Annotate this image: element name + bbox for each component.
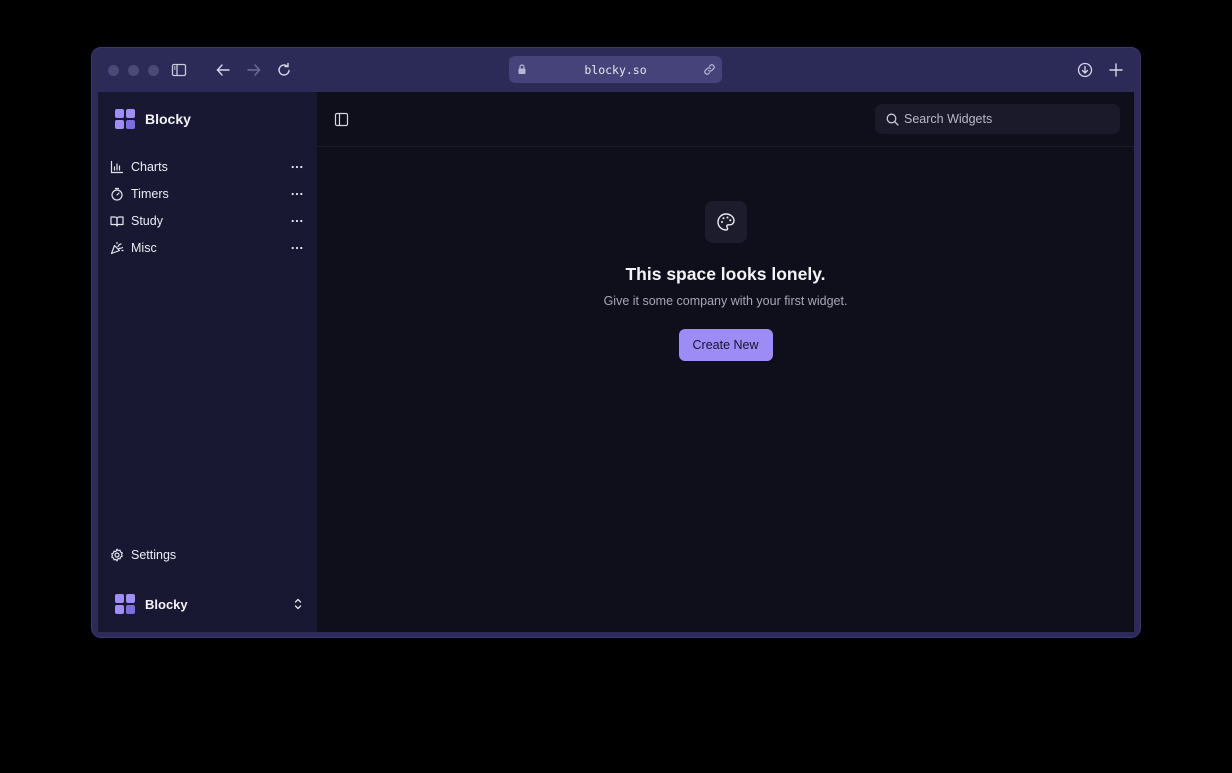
sidebar: Blocky Charts Timers Study Misc Settings…	[98, 92, 317, 632]
party-popper-icon	[110, 241, 124, 255]
sidebar-toggle-icon[interactable]	[169, 60, 189, 80]
brand-name: Blocky	[145, 111, 191, 127]
browser-toolbar: blocky.so	[92, 48, 1140, 92]
empty-state: This space looks lonely. Give it some co…	[317, 201, 1134, 361]
stopwatch-icon	[110, 187, 124, 201]
back-arrow-icon[interactable]	[213, 60, 233, 80]
more-options-icon[interactable]	[290, 160, 304, 174]
sidebar-item-label: Charts	[131, 159, 168, 174]
url-text: blocky.so	[584, 62, 647, 77]
main-panel: Search Widgets This space looks lonely. …	[317, 92, 1134, 632]
download-icon[interactable]	[1075, 60, 1095, 80]
search-placeholder: Search Widgets	[904, 112, 993, 126]
lock-icon	[518, 64, 526, 74]
sidebar-item-timers[interactable]: Timers	[110, 180, 306, 207]
more-options-icon[interactable]	[290, 187, 304, 201]
sidebar-item-label: Timers	[131, 186, 169, 201]
new-tab-icon[interactable]	[1106, 60, 1126, 80]
open-book-icon	[110, 214, 124, 228]
app-content: Blocky Charts Timers Study Misc Settings…	[98, 92, 1134, 632]
reload-icon[interactable]	[274, 60, 294, 80]
sidebar-item-misc[interactable]: Misc	[110, 234, 306, 261]
palette-icon	[704, 201, 747, 243]
main-header: Search Widgets	[317, 92, 1134, 147]
empty-state-subtitle: Give it some company with your first wid…	[603, 294, 848, 308]
blocky-logo-icon	[115, 109, 135, 129]
sidebar-nav: Charts Timers Study Misc	[110, 153, 306, 261]
brand[interactable]: Blocky	[115, 109, 191, 129]
workspace-switcher[interactable]: Blocky	[115, 594, 305, 614]
sidebar-item-label: Misc	[131, 240, 157, 255]
maximize-window-button[interactable]	[148, 65, 159, 76]
more-options-icon[interactable]	[290, 214, 304, 228]
link-icon[interactable]	[703, 63, 716, 76]
bar-chart-icon	[110, 160, 124, 174]
search-icon	[886, 113, 899, 126]
settings-label: Settings	[131, 548, 177, 562]
sidebar-item-settings[interactable]: Settings	[110, 548, 176, 562]
close-window-button[interactable]	[108, 65, 119, 76]
forward-arrow-icon[interactable]	[244, 60, 264, 80]
sidebar-item-label: Study	[131, 213, 163, 228]
window-controls	[108, 65, 159, 76]
more-options-icon[interactable]	[290, 241, 304, 255]
minimize-window-button[interactable]	[128, 65, 139, 76]
gear-icon	[110, 548, 124, 562]
create-new-button[interactable]: Create New	[678, 329, 773, 361]
browser-window: blocky.so Blocky Charts Timers Study Mis…	[91, 47, 1141, 638]
workspace-name: Blocky	[145, 596, 188, 612]
sidebar-item-study[interactable]: Study	[110, 207, 306, 234]
sidebar-item-charts[interactable]: Charts	[110, 153, 306, 180]
chevron-up-down-icon	[294, 598, 302, 610]
empty-state-title: This space looks lonely.	[625, 264, 826, 284]
panel-toggle-icon[interactable]	[334, 112, 349, 127]
address-bar[interactable]: blocky.so	[509, 56, 722, 83]
blocky-logo-icon	[115, 594, 135, 614]
search-input[interactable]: Search Widgets	[875, 104, 1120, 134]
